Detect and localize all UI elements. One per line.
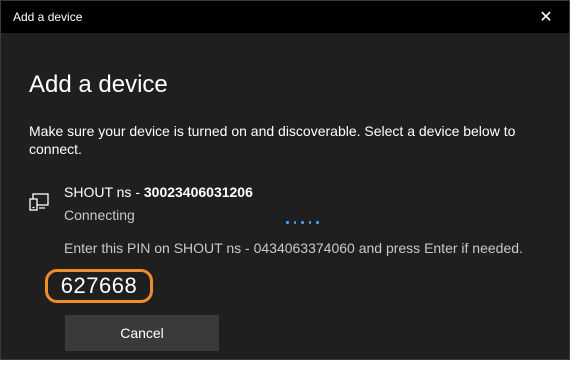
title-bar: Add a device ✕ [1, 1, 569, 33]
cancel-button[interactable]: Cancel [65, 315, 219, 351]
progress-dot [293, 221, 296, 224]
window-title: Add a device [13, 10, 83, 24]
progress-dot [301, 221, 304, 224]
progress-dot [316, 221, 319, 224]
page-title: Add a device [29, 71, 168, 98]
progress-indicator [286, 221, 319, 224]
close-icon: ✕ [539, 9, 553, 26]
computer-phone-icon [29, 193, 49, 211]
add-device-dialog: Add a device ✕ Add a device Make sure yo… [0, 0, 570, 360]
device-name: SHOUT ns - 30023406031206 [64, 183, 253, 201]
device-list-item[interactable]: SHOUT ns - 30023406031206 Connecting Ent… [29, 183, 549, 273]
connection-status: Connecting [64, 207, 135, 223]
progress-dot [286, 221, 289, 224]
pin-code: 627668 [60, 273, 138, 298]
pin-instructions: Enter this PIN on SHOUT ns - 04340633740… [64, 240, 523, 256]
close-button[interactable]: ✕ [523, 1, 569, 33]
progress-dot [308, 221, 311, 224]
device-name-prefix: SHOUT ns - [64, 184, 144, 200]
instructions-text: Make sure your device is turned on and d… [29, 123, 516, 157]
pin-highlight: 627668 [45, 269, 153, 303]
device-id: 30023406031206 [143, 184, 253, 200]
